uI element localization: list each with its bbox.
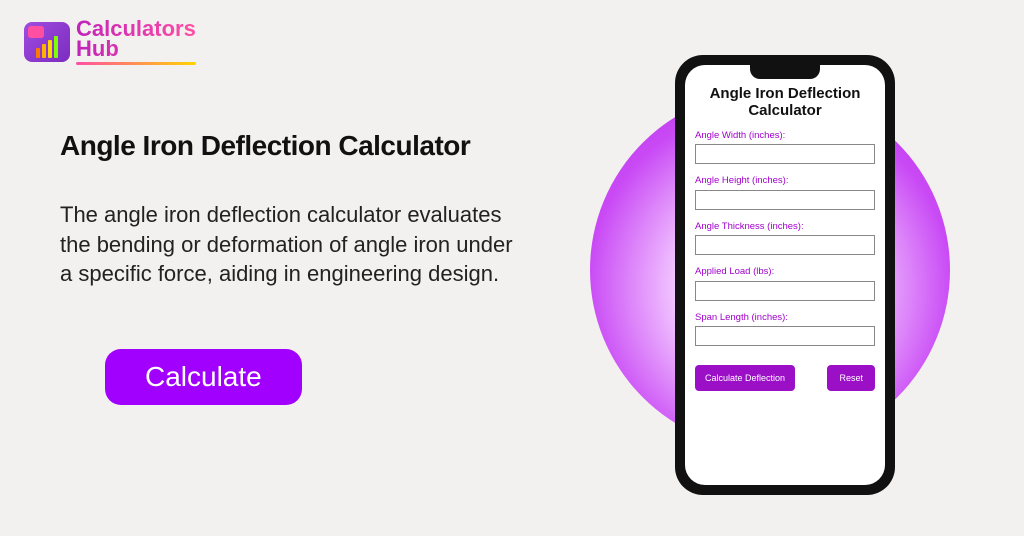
phone-mockup: Angle Iron Deflection Calculator Angle W…: [675, 55, 895, 495]
input-span-length[interactable]: [695, 326, 875, 346]
input-applied-load[interactable]: [695, 281, 875, 301]
reset-button[interactable]: Reset: [827, 365, 875, 391]
logo-underline: [76, 62, 196, 65]
label-angle-width: Angle Width (inches):: [695, 130, 875, 141]
field-angle-height: Angle Height (inches):: [695, 175, 875, 210]
logo-icon: [24, 22, 70, 62]
phone-screen: Angle Iron Deflection Calculator Angle W…: [685, 65, 885, 485]
site-logo[interactable]: Calculators Hub: [24, 18, 196, 65]
label-applied-load: Applied Load (lbs):: [695, 266, 875, 277]
field-angle-width: Angle Width (inches):: [695, 130, 875, 165]
logo-text: Calculators Hub: [76, 18, 196, 65]
label-span-length: Span Length (inches):: [695, 312, 875, 323]
page-description: The angle iron deflection calculator eva…: [60, 200, 530, 289]
field-angle-thickness: Angle Thickness (inches):: [695, 221, 875, 256]
calculate-deflection-button[interactable]: Calculate Deflection: [695, 365, 795, 391]
input-angle-height[interactable]: [695, 190, 875, 210]
phone-notch: [750, 65, 820, 79]
input-angle-thickness[interactable]: [695, 235, 875, 255]
logo-line2: Hub: [76, 38, 196, 60]
calculate-button[interactable]: Calculate: [105, 349, 302, 405]
field-applied-load: Applied Load (lbs):: [695, 266, 875, 301]
hero-content: Angle Iron Deflection Calculator The ang…: [60, 130, 530, 405]
label-angle-height: Angle Height (inches):: [695, 175, 875, 186]
field-span-length: Span Length (inches):: [695, 312, 875, 347]
app-button-row: Calculate Deflection Reset: [695, 365, 875, 391]
input-angle-width[interactable]: [695, 144, 875, 164]
label-angle-thickness: Angle Thickness (inches):: [695, 221, 875, 232]
page-title: Angle Iron Deflection Calculator: [60, 130, 530, 162]
app-title: Angle Iron Deflection Calculator: [695, 85, 875, 120]
